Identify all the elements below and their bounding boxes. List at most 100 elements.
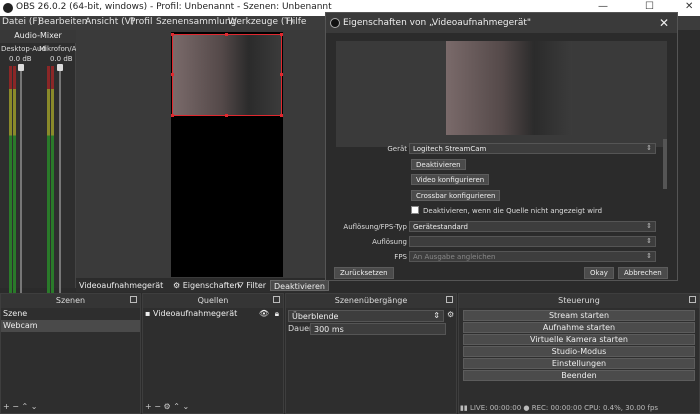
source-item-label: Videoaufnahmegerät xyxy=(152,309,238,318)
sources-footer: + − ⚙ ⌃ ⌄ xyxy=(145,402,189,411)
cpu-status: CPU: 0.4%, 30.00 fps xyxy=(584,404,659,412)
properties-button[interactable]: ⚙ Eigenschaften xyxy=(170,280,242,291)
obs-logo-icon xyxy=(330,18,340,28)
desktop-volume-slider[interactable] xyxy=(20,66,22,298)
audio-mixer-panel: Audio-Mixer Desktop-Aud Mikrofon/AU 0.0 … xyxy=(0,30,82,313)
menu-edit[interactable]: Bearbeiten xyxy=(38,17,87,27)
start-virtual-camera-button[interactable]: Virtuelle Kamera starten xyxy=(463,334,695,345)
source-context-bar: Videoaufnahmegerät ⚙ Eigenschaften ⛛ Fil… xyxy=(76,280,329,292)
resize-handle[interactable] xyxy=(225,33,228,36)
scene-item-selected[interactable]: Webcam xyxy=(1,320,140,332)
gear-icon[interactable]: ⚙ xyxy=(164,402,171,411)
start-stream-button[interactable]: Stream starten xyxy=(463,310,695,321)
ok-button[interactable]: Okay xyxy=(584,267,614,279)
camera-icon: ▪ xyxy=(145,309,151,318)
resize-handle[interactable] xyxy=(171,73,174,76)
window-title: OBS 26.0.2 (64-bit, windows) - Profil: U… xyxy=(16,2,332,12)
menu-profile[interactable]: Profil xyxy=(130,17,152,27)
chevron-updown-icon: ⇕ xyxy=(646,144,652,152)
scene-item[interactable]: Szene xyxy=(1,308,140,320)
exit-button[interactable]: Beenden xyxy=(463,370,695,381)
selected-source-name: Videoaufnahmegerät xyxy=(79,281,164,290)
move-up-icon[interactable]: ⌃ xyxy=(173,402,180,411)
menu-help[interactable]: Hilfe xyxy=(286,17,306,27)
live-status: LIVE: 00:00:00 xyxy=(469,404,522,412)
deactivate-when-hidden-checkbox[interactable] xyxy=(411,206,419,214)
properties-dialog: Eigenschaften von „Videoaufnahmegerät" ✕… xyxy=(325,12,678,281)
fps-select[interactable]: An Ausgabe angleichen ⇕ xyxy=(409,251,656,262)
resolution-type-select[interactable]: Gerätestandard ⇕ xyxy=(409,221,656,232)
menu-scene-collection[interactable]: Szenensammlung xyxy=(156,17,236,27)
studio-mode-button[interactable]: Studio-Modus xyxy=(463,346,695,357)
device-select[interactable]: Logitech StreamCam ⇕ xyxy=(409,143,656,154)
move-down-icon[interactable]: ⌄ xyxy=(31,402,38,411)
maximize-button[interactable]: ☐ xyxy=(645,1,654,12)
resolution-label: Auflösung xyxy=(372,238,407,246)
rec-status: REC: 00:00:00 xyxy=(531,404,582,412)
resize-handle[interactable] xyxy=(171,114,174,117)
start-recording-button[interactable]: Aufnahme starten xyxy=(463,322,695,333)
duration-label: Dauer xyxy=(288,324,313,333)
eye-icon[interactable]: 👁︎ xyxy=(259,309,269,318)
resize-handle[interactable] xyxy=(171,33,174,36)
filters-label: Filter xyxy=(246,281,267,290)
filter-icon: ⛛ xyxy=(237,281,244,290)
channel-mic-db: 0.0 dB xyxy=(50,55,73,63)
mic-volume-slider[interactable] xyxy=(59,66,61,298)
configure-video-button[interactable]: Video konfigurieren xyxy=(411,174,490,185)
undock-icon[interactable] xyxy=(689,296,696,303)
transition-menu-icon[interactable]: ⚙ xyxy=(447,310,454,319)
deactivate-device-button[interactable]: Deaktivieren xyxy=(411,159,466,170)
add-icon[interactable]: + xyxy=(145,402,152,411)
add-icon[interactable]: + xyxy=(3,402,10,411)
source-item[interactable]: ▪ Videoaufnahmegerät 👁︎ 🔒︎ xyxy=(143,308,283,320)
remove-icon[interactable]: − xyxy=(12,402,19,411)
dialog-scrollbar[interactable] xyxy=(663,139,667,189)
minimize-button[interactable]: — xyxy=(598,1,608,12)
cancel-button[interactable]: Abbrechen xyxy=(618,267,668,279)
settings-button[interactable]: Einstellungen xyxy=(463,358,695,369)
resize-handle[interactable] xyxy=(280,73,283,76)
deactivate-when-hidden-label: Deaktivieren, wenn die Quelle nicht ange… xyxy=(423,207,603,215)
menu-view[interactable]: Ansicht (V) xyxy=(85,17,134,27)
transition-type-select[interactable]: Überblende ⇕ xyxy=(288,310,444,322)
chevron-updown-icon: ⇕ xyxy=(646,252,652,260)
desktop-meter-left xyxy=(9,66,12,298)
resize-handle[interactable] xyxy=(280,114,283,117)
transitions-dock: Szenenübergänge Überblende ⇕ ⚙ Dauer 300 … xyxy=(285,293,457,414)
dialog-preview xyxy=(336,41,667,147)
scenes-footer: + − ⌃ ⌄ xyxy=(3,402,37,411)
webcam-source-frame[interactable] xyxy=(172,34,282,116)
resolution-select[interactable]: ⇕ xyxy=(409,236,656,247)
scenes-title: Szenen xyxy=(1,294,140,308)
deactivate-button[interactable]: Deaktivieren xyxy=(270,280,329,291)
chevron-updown-icon: ⇕ xyxy=(433,311,440,320)
filters-button[interactable]: ⛛ Filter xyxy=(234,280,269,291)
transitions-title: Szenenübergänge xyxy=(286,294,456,308)
undock-icon[interactable] xyxy=(130,296,137,303)
obs-logo-icon xyxy=(3,3,13,13)
reset-button[interactable]: Zurücksetzen xyxy=(334,267,394,279)
close-button[interactable]: ✕ xyxy=(685,1,693,12)
move-up-icon[interactable]: ⌃ xyxy=(22,402,29,411)
rec-indicator-icon: ● xyxy=(523,404,530,412)
remove-icon[interactable]: − xyxy=(154,402,161,411)
webcam-preview-image xyxy=(446,41,572,135)
device-label: Gerät xyxy=(387,145,407,153)
move-down-icon[interactable]: ⌄ xyxy=(182,402,189,411)
menu-file[interactable]: Datei (F) xyxy=(2,17,41,27)
chevron-updown-icon: ⇕ xyxy=(646,237,652,245)
mic-volume-handle[interactable] xyxy=(57,64,63,71)
resize-handle[interactable] xyxy=(280,33,283,36)
duration-input[interactable]: 300 ms xyxy=(310,323,446,335)
menu-tools[interactable]: Werkzeuge (T) xyxy=(228,17,293,27)
undock-icon[interactable] xyxy=(273,296,280,303)
dialog-close-icon[interactable]: ✕ xyxy=(659,16,669,30)
lock-icon[interactable]: 🔒︎ xyxy=(275,309,279,319)
resize-handle[interactable] xyxy=(225,114,228,117)
channel-desktop-db: 0.0 dB xyxy=(9,55,32,63)
properties-label: Eigenschaften xyxy=(182,281,240,290)
desktop-volume-handle[interactable] xyxy=(18,64,24,71)
configure-crossbar-button[interactable]: Crossbar konfigurieren xyxy=(411,190,501,201)
undock-icon[interactable] xyxy=(446,296,453,303)
